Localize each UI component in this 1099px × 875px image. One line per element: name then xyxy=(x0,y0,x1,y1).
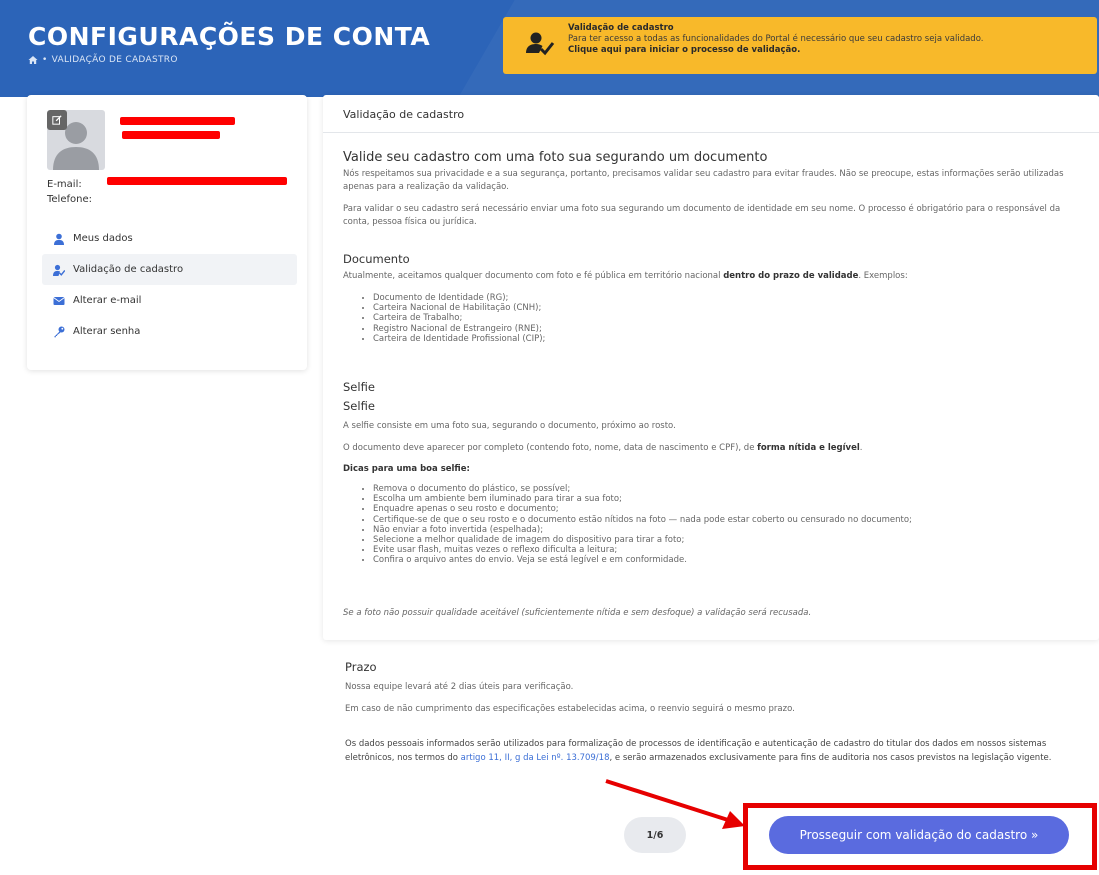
deadline-heading: Prazo xyxy=(345,660,377,674)
tips-title: Dicas para uma boa selfie: xyxy=(343,464,470,474)
deadline-paragraph-2: Em caso de não cumprimento das especific… xyxy=(345,704,795,714)
user-check-icon xyxy=(53,264,65,276)
breadcrumb: • VALIDAÇÃO DE CADASTRO xyxy=(28,55,178,65)
annotation-highlight-box xyxy=(743,803,1097,870)
selfie-heading-repeat: Selfie xyxy=(343,399,375,413)
alert-link-suffix: . xyxy=(797,45,801,55)
alert-title: Validação de cadastro xyxy=(568,23,674,33)
menu-label: Alterar e-mail xyxy=(73,295,142,306)
selfie-paragraph-1: A selfie consiste em uma foto sua, segur… xyxy=(343,421,676,431)
list-item: Registro Nacional de Estrangeiro (RNE); xyxy=(373,324,545,334)
home-icon[interactable] xyxy=(28,55,38,65)
document-intro-suffix: . Exemplos: xyxy=(858,271,908,281)
avatar xyxy=(47,110,105,170)
list-item: Carteira Nacional de Habilitação (CNH); xyxy=(373,303,545,313)
document-list: Documento de Identidade (RG); Carteira N… xyxy=(363,293,545,344)
edit-icon xyxy=(52,115,62,125)
list-item: Selecione a melhor qualidade de imagem d… xyxy=(373,535,912,545)
user-icon xyxy=(54,233,64,245)
intro-paragraph-1: Nós respeitamos sua privacidade e a sua … xyxy=(343,169,1064,192)
document-intro-text: Atualmente, aceitamos qualquer documento… xyxy=(343,271,724,281)
account-menu: Meus dados Validação de cadastro Alterar… xyxy=(42,223,297,347)
alert-link-line: Clique aqui para iniciar o processo de v… xyxy=(568,45,1087,55)
menu-label: Meus dados xyxy=(73,233,133,244)
user-info: E-mail: Telefone: xyxy=(47,177,92,207)
tips-list: Remova o documento do plástico, se possí… xyxy=(363,484,912,566)
legal-notice: Os dados pessoais informados serão utili… xyxy=(345,737,1085,765)
validation-alert: Validação de cadastro Para ter acesso a … xyxy=(503,17,1097,74)
breadcrumb-current: VALIDAÇÃO DE CADASTRO xyxy=(51,55,178,65)
intro-paragraph-2: Para validar o seu cadastro será necessá… xyxy=(343,204,1061,227)
menu-label: Alterar senha xyxy=(73,326,141,337)
profile-sidebar: E-mail: Telefone: Meus dados Validação d… xyxy=(27,95,307,370)
document-validity-emphasis: dentro do prazo de validade xyxy=(723,271,859,281)
list-item: Documento de Identidade (RG); xyxy=(373,293,545,303)
menu-item-validacao[interactable]: Validação de cadastro xyxy=(42,254,297,285)
redacted-name xyxy=(120,117,235,125)
selfie-paragraph-2: O documento deve aparecer por completo (… xyxy=(343,442,1079,455)
list-item: Escolha um ambiente bem iluminado para t… xyxy=(373,494,912,504)
selfie-paragraph-2-suffix: . xyxy=(859,443,863,453)
card-title: Validação de cadastro xyxy=(323,95,1099,133)
list-item: Carteira de Identidade Profissional (CIP… xyxy=(373,334,545,344)
user-check-icon xyxy=(526,32,555,56)
redacted-name-2 xyxy=(122,131,220,139)
selfie-emphasis: forma nítida e legível xyxy=(757,443,860,453)
menu-item-meus-dados[interactable]: Meus dados xyxy=(42,223,297,254)
alert-text: Para ter acesso a todas as funcionalidad… xyxy=(568,34,984,44)
list-item: Enquadre apenas o seu rosto e documento; xyxy=(373,504,912,514)
page-title: CONFIGURAÇÕES DE CONTA xyxy=(28,22,431,51)
intro-heading: Valide seu cadastro com uma foto sua seg… xyxy=(343,150,768,165)
start-validation-link[interactable]: Clique aqui para iniciar o processo de v… xyxy=(568,45,797,55)
legal-text-end: , e serão armazenados exclusivamente par… xyxy=(609,753,1052,763)
breadcrumb-separator: • xyxy=(42,55,48,65)
menu-label: Validação de cadastro xyxy=(73,264,184,275)
lgpd-article-link[interactable]: artigo 11, II, g da Lei nº. 13.709/18 xyxy=(461,753,610,763)
document-intro: Atualmente, aceitamos qualquer documento… xyxy=(343,270,1079,283)
list-item: Carteira de Trabalho; xyxy=(373,313,545,323)
key-icon xyxy=(54,326,65,337)
edit-avatar-button[interactable] xyxy=(47,110,67,130)
email-label: E-mail: xyxy=(47,179,82,190)
validation-card: Validação de cadastro Valide seu cadastr… xyxy=(323,95,1099,640)
menu-item-alterar-email[interactable]: Alterar e-mail xyxy=(42,285,297,316)
envelope-icon xyxy=(53,296,65,305)
selfie-paragraph-2-text: O documento deve aparecer por completo (… xyxy=(343,443,758,453)
deadline-paragraph-1: Nossa equipe levará até 2 dias úteis par… xyxy=(345,682,574,692)
deadline-section: Prazo Nossa equipe levará até 2 dias úte… xyxy=(345,660,1085,765)
selfie-heading: Selfie xyxy=(343,380,375,394)
list-item: Confira o arquivo antes do envio. Veja s… xyxy=(373,555,912,565)
page-indicator: 1/6 xyxy=(624,817,686,853)
redacted-email xyxy=(107,177,287,185)
quality-warning: Se a foto não possuir qualidade aceitáve… xyxy=(343,608,812,618)
phone-label: Telefone: xyxy=(47,194,92,205)
document-heading: Documento xyxy=(343,252,410,266)
list-item: Certifique-se de que o seu rosto e o doc… xyxy=(373,515,912,525)
menu-item-alterar-senha[interactable]: Alterar senha xyxy=(42,316,297,347)
list-item: Evite usar flash, muitas vezes o reflexo… xyxy=(373,545,912,555)
list-item: Não enviar a foto invertida (espelhada); xyxy=(373,525,912,535)
list-item: Remova o documento do plástico, se possí… xyxy=(373,484,912,494)
